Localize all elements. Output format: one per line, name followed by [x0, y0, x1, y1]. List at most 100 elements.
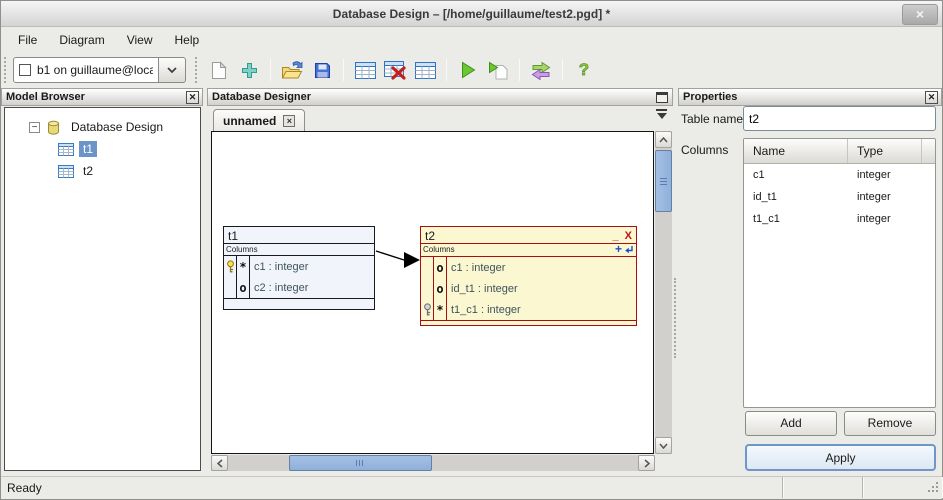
tab-unnamed[interactable]: unnamed × — [213, 109, 305, 131]
add-column-button[interactable]: Add — [745, 411, 837, 436]
menu-help[interactable]: Help — [166, 30, 209, 50]
diagram-canvas[interactable]: t1 Columns * c1 : integer o c2 : integer — [211, 131, 654, 454]
column-row[interactable]: id_t1 : integer — [447, 278, 636, 299]
horizontal-scrollbar[interactable] — [211, 455, 655, 471]
column-row[interactable]: c1 : integer — [447, 257, 636, 278]
add-relation-icon[interactable] — [624, 245, 634, 255]
run-script-button[interactable] — [483, 55, 513, 85]
grid-cell-type: integer — [848, 169, 935, 181]
run-button[interactable] — [453, 55, 483, 85]
columns-grid[interactable]: Name Type c1 integer id_t1 integer t1_c1… — [743, 138, 936, 408]
new-file-button[interactable] — [204, 55, 234, 85]
grid-header-name[interactable]: Name — [744, 139, 848, 163]
designer-header: Database Designer — [207, 88, 673, 106]
table-footer — [421, 320, 636, 324]
grid-cell-name: c1 — [744, 169, 848, 181]
delete-table-button[interactable] — [380, 55, 410, 85]
properties-close-button[interactable]: ✕ — [925, 91, 938, 104]
connection-value: b1 on guillaume@localh — [37, 63, 153, 77]
table-name-input[interactable] — [743, 106, 936, 131]
minimize-icon[interactable]: _ — [613, 230, 619, 242]
column-row[interactable]: c1 : integer — [250, 256, 374, 277]
run-script-icon — [488, 61, 508, 80]
status-section — [863, 477, 942, 498]
nullable-marker: o — [434, 278, 447, 299]
table-header[interactable]: t1 — [224, 227, 374, 244]
table-header[interactable]: t2 _ X — [421, 227, 636, 244]
tab-list-icon — [656, 109, 667, 111]
toolbar-grip[interactable] — [195, 57, 200, 83]
grid-row[interactable]: t1_c1 integer — [744, 208, 935, 230]
notnull-marker: * — [434, 299, 447, 320]
grid-header-type[interactable]: Type — [848, 139, 922, 163]
scroll-right-button[interactable] — [638, 455, 655, 471]
status-message-section: Ready — [1, 477, 783, 498]
chevron-down-icon — [167, 67, 177, 74]
diagram-table-t2[interactable]: t2 _ X Columns + o — [420, 226, 637, 326]
tree-expander[interactable]: − — [29, 122, 40, 133]
close-icon: × — [287, 116, 292, 126]
properties-panel: Properties ✕ Table name Columns Name Typ… — [678, 88, 942, 474]
vertical-scroll-thumb[interactable] — [655, 150, 672, 212]
diagram-table-t1[interactable]: t1 Columns * c1 : integer o c2 : integer — [223, 226, 375, 310]
sync-arrows-icon — [531, 61, 551, 80]
table-footer — [224, 298, 374, 309]
scroll-down-button[interactable] — [655, 437, 672, 454]
key-column — [224, 256, 237, 298]
new-table-button[interactable] — [350, 55, 380, 85]
tree-item-database-design[interactable]: − Database Design — [5, 116, 200, 138]
maximize-icon[interactable] — [656, 92, 668, 103]
help-button[interactable]: ? — [569, 55, 599, 85]
column-row[interactable]: t1_c1 : integer — [447, 299, 636, 320]
vertical-scrollbar[interactable] — [655, 131, 672, 454]
toolbar-separator — [562, 59, 563, 81]
model-browser-header: Model Browser ✕ — [1, 88, 203, 106]
remove-column-button[interactable]: Remove — [844, 411, 936, 436]
new-file-icon — [211, 61, 227, 80]
table-columns: o c1 : integer o id_t1 : integer * t1_c1… — [421, 257, 636, 320]
scroll-track[interactable] — [228, 455, 638, 471]
save-button[interactable] — [307, 55, 337, 85]
add-button[interactable] — [234, 55, 264, 85]
close-icon[interactable]: X — [625, 230, 632, 242]
properties-header: Properties ✕ — [678, 88, 942, 106]
edit-table-button[interactable] — [410, 55, 440, 85]
model-browser-close-button[interactable]: ✕ — [186, 91, 199, 104]
grid-cell-type: integer — [848, 213, 935, 225]
table-name-label: Table name — [681, 112, 743, 126]
connection-dropdown-button[interactable] — [158, 57, 186, 83]
apply-button[interactable]: Apply — [745, 444, 936, 471]
column-row[interactable]: c2 : integer — [250, 277, 374, 298]
tab-list-button[interactable] — [656, 109, 667, 124]
columns-label: Columns — [681, 143, 728, 157]
database-designer-panel: Database Designer unnamed × t1 Columns — [207, 88, 673, 474]
menu-file[interactable]: File — [9, 30, 46, 50]
window-close-button[interactable]: × — [902, 4, 938, 25]
toolbar-separator — [519, 59, 520, 81]
scroll-left-button[interactable] — [211, 455, 228, 471]
tab-close-button[interactable]: × — [283, 115, 295, 127]
add-column-icon[interactable]: + — [615, 245, 622, 254]
connection-checkbox[interactable] — [19, 64, 31, 76]
foreign-key-icon — [422, 303, 433, 316]
horizontal-scroll-thumb[interactable] — [289, 455, 432, 471]
model-browser-title: Model Browser — [6, 91, 85, 103]
menu-diagram[interactable]: Diagram — [50, 30, 113, 50]
menu-view[interactable]: View — [118, 30, 162, 50]
table-icon — [58, 165, 74, 178]
grid-header-stub — [922, 139, 935, 163]
grid-row[interactable]: c1 integer — [744, 164, 935, 186]
toolbar-separator — [270, 59, 271, 81]
open-button[interactable] — [277, 55, 307, 85]
connection-combobox[interactable]: b1 on guillaume@localh — [13, 57, 159, 83]
sync-button[interactable] — [526, 55, 556, 85]
tree-item-t1[interactable]: t1 — [5, 138, 200, 160]
grid-row[interactable]: id_t1 integer — [744, 186, 935, 208]
scroll-up-button[interactable] — [655, 131, 672, 148]
toolbar-grip[interactable] — [4, 57, 9, 83]
model-browser-tree[interactable]: − Database Design t1 t2 — [4, 107, 201, 471]
tree-item-t2[interactable]: t2 — [5, 160, 200, 182]
tree-item-label: t1 — [79, 141, 97, 157]
resize-grip[interactable] — [926, 482, 938, 494]
help-icon: ? — [579, 60, 589, 80]
